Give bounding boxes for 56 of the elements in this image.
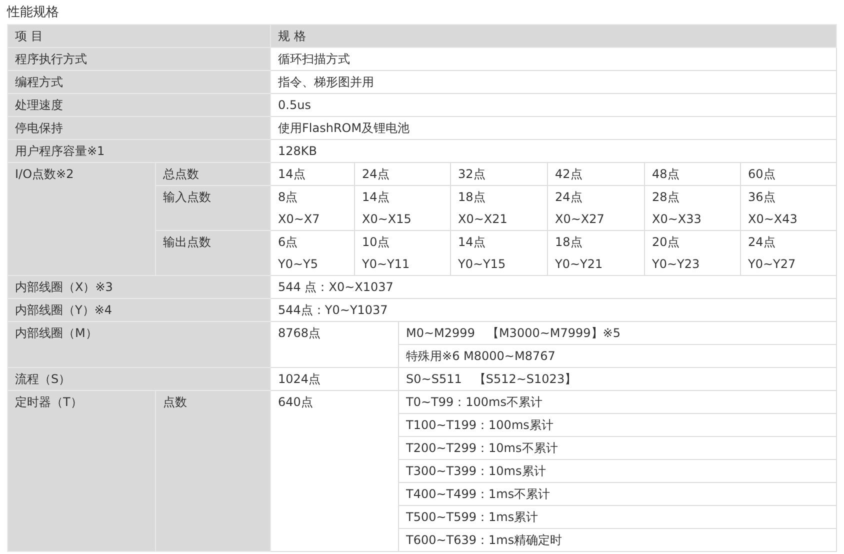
table-cell: 640点 bbox=[270, 390, 399, 552]
table-cell: 60点 bbox=[740, 162, 837, 186]
table-cell: 6点 Y0~Y5 bbox=[270, 230, 355, 276]
table-cell: 循环扫描方式 bbox=[270, 48, 837, 70]
table-cell: 程序执行方式 bbox=[8, 48, 271, 70]
table-cell: 停电保持 bbox=[8, 116, 271, 140]
table-cell: 544点：Y0~Y1037 bbox=[270, 298, 837, 322]
table-cell: 总点数 bbox=[156, 162, 271, 186]
table-cell: I/O点数※2 bbox=[8, 162, 156, 276]
table-cell: 42点 bbox=[548, 162, 645, 186]
table-cell: 1024点 bbox=[270, 368, 399, 390]
table-cell: 544 点：X0~X1037 bbox=[270, 276, 837, 298]
table-cell: 36点 X0~X43 bbox=[740, 186, 837, 230]
table-cell: 10点 Y0~Y11 bbox=[354, 230, 451, 276]
table-cell: 编程方式 bbox=[8, 70, 271, 94]
table-cell: 特殊用※6 M8000~M8767 bbox=[398, 344, 837, 368]
table-cell: 输出点数 bbox=[156, 230, 271, 276]
table-cell: 14点 Y0~Y15 bbox=[450, 230, 548, 276]
table-cell: 处理速度 bbox=[8, 94, 271, 116]
table-cell: 8点 X0~X7 bbox=[270, 186, 355, 230]
table-cell: T300~T399：10ms累计 bbox=[398, 460, 837, 482]
section-title: 性能规格 bbox=[6, 4, 60, 22]
table-cell: T500~T599：1ms累计 bbox=[398, 506, 837, 528]
table-cell: T600~T639：1ms精确定时 bbox=[398, 528, 837, 552]
table-cell: M0~M2999 【M3000~M7999】※5 bbox=[398, 322, 837, 344]
table-cell: 流程（S） bbox=[8, 368, 271, 390]
table-cell: 内部线圈（M） bbox=[8, 322, 271, 368]
table-cell: 14点 X0~X15 bbox=[354, 186, 451, 230]
table-cell: S0~S511 【S512~S1023】 bbox=[398, 368, 837, 390]
table-cell: 48点 bbox=[644, 162, 741, 186]
table-cell: T200~T299：10ms不累计 bbox=[398, 436, 837, 460]
table-cell: 8768点 bbox=[270, 322, 399, 368]
table-cell: 指令、梯形图并用 bbox=[270, 70, 837, 94]
column-header: 规 格 bbox=[270, 24, 837, 48]
table-cell: 24点 Y0~Y27 bbox=[740, 230, 837, 276]
table-cell: 定时器（T） bbox=[8, 390, 156, 552]
table-cell: 使用FlashROM及锂电池 bbox=[270, 116, 837, 140]
table-cell: 18点 Y0~Y21 bbox=[548, 230, 645, 276]
table-cell: 0.5us bbox=[270, 94, 837, 116]
table-cell: 14点 bbox=[270, 162, 355, 186]
table-cell: T0~T99：100ms不累计 bbox=[398, 390, 837, 414]
table-cell: 内部线圈（Y）※4 bbox=[8, 298, 271, 322]
table-cell: 24点 X0~X27 bbox=[548, 186, 645, 230]
table-cell: 输入点数 bbox=[156, 186, 271, 230]
table-cell: 28点 X0~X33 bbox=[644, 186, 741, 230]
column-header: 项 目 bbox=[8, 24, 271, 48]
table-cell: T100~T199：100ms累计 bbox=[398, 414, 837, 436]
table-cell: 32点 bbox=[450, 162, 548, 186]
table-cell: 128KB bbox=[270, 140, 837, 162]
table-cell: 用户程序容量※1 bbox=[8, 140, 271, 162]
table-cell: 18点 X0~X21 bbox=[450, 186, 548, 230]
table-cell: 24点 bbox=[354, 162, 451, 186]
table-cell: T400~T499：1ms不累计 bbox=[398, 482, 837, 506]
table-cell: 点数 bbox=[156, 390, 271, 552]
table-cell: 内部线圈（X）※3 bbox=[8, 276, 271, 298]
table-cell: 20点 Y0~Y23 bbox=[644, 230, 741, 276]
